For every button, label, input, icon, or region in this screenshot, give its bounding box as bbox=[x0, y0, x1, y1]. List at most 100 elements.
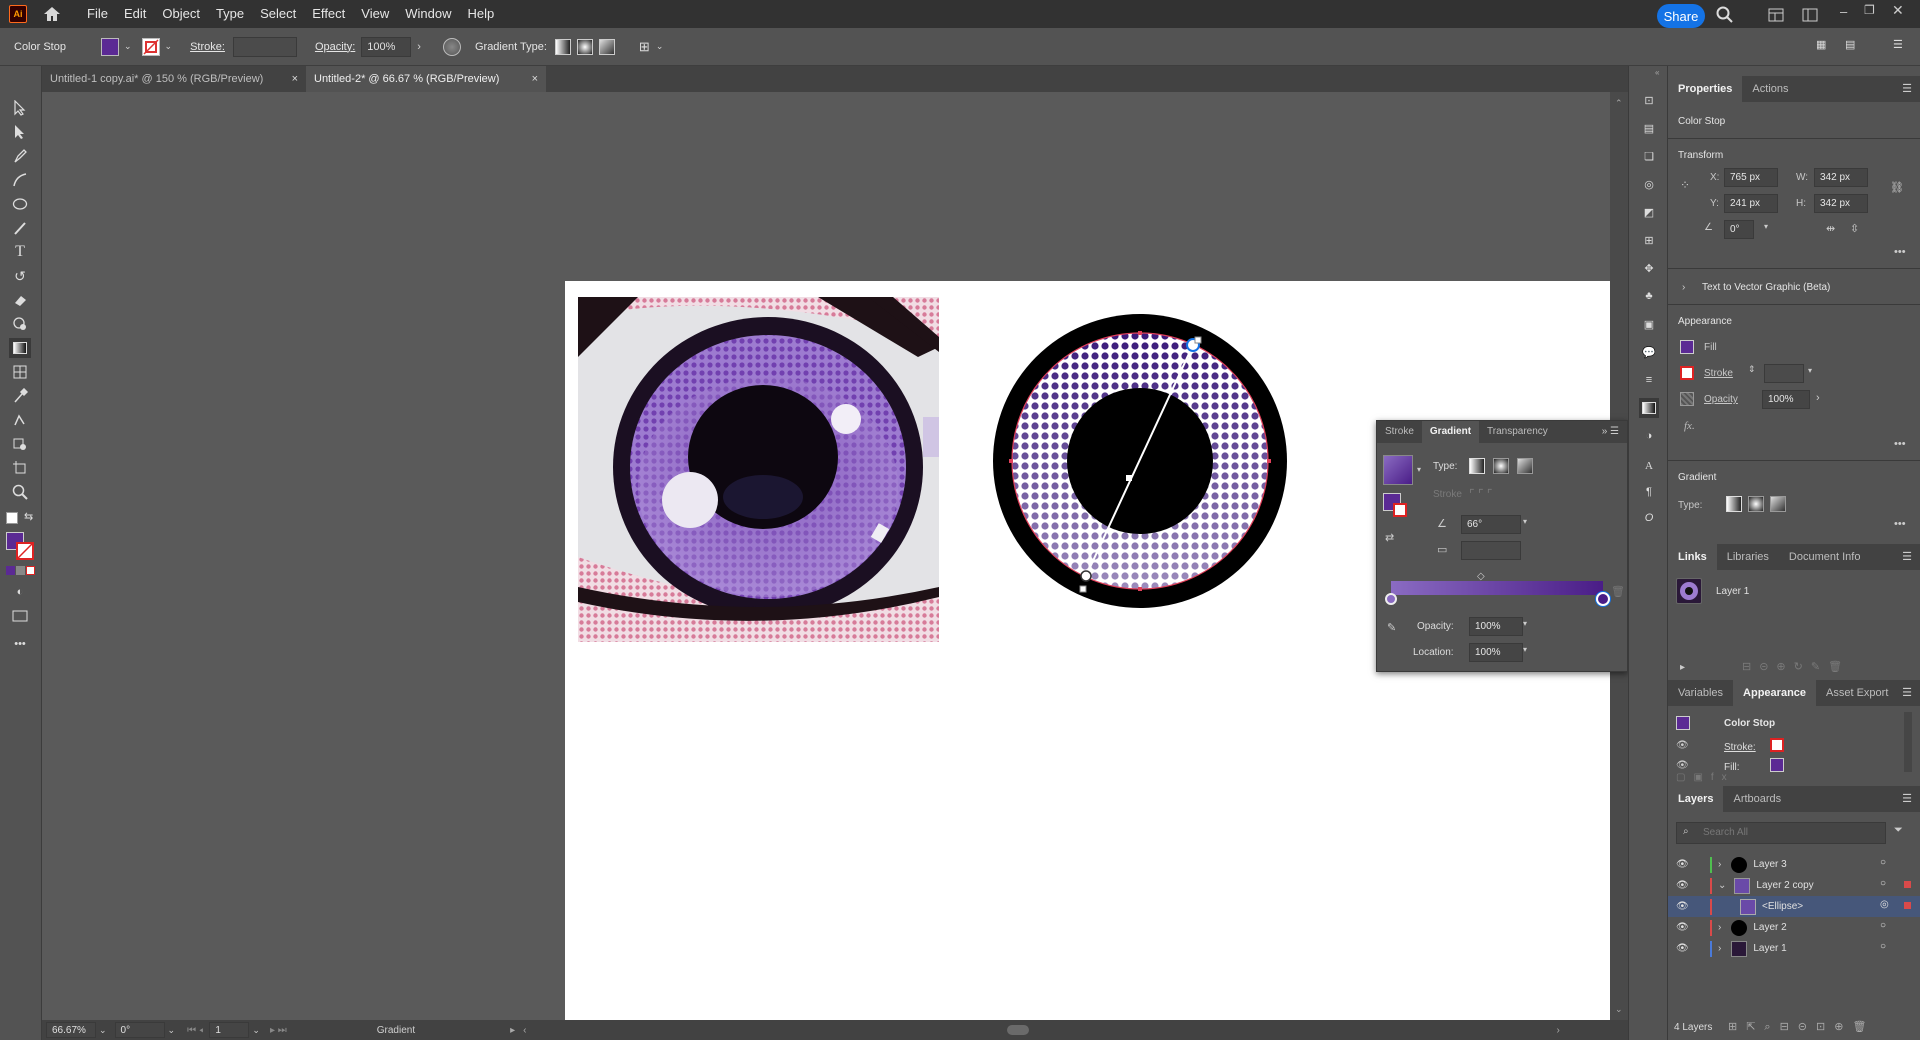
layer-row[interactable]: 👁 › Layer 2 ○ bbox=[1668, 917, 1920, 938]
color-guide-icon[interactable]: ◎ bbox=[1639, 174, 1659, 194]
gradient-preview-swatch[interactable] bbox=[1383, 455, 1413, 485]
tab-untitled-2[interactable]: Untitled-2* @ 66.67 % (RGB/Preview) × bbox=[306, 66, 546, 92]
screen-mode-icon[interactable] bbox=[9, 606, 31, 626]
layer-row[interactable]: 👁 › Layer 1 ○ bbox=[1668, 938, 1920, 959]
more-options-icon[interactable]: ••• bbox=[1894, 518, 1906, 530]
gradient-stop-start[interactable] bbox=[1385, 593, 1397, 605]
tab-asset-export[interactable]: Asset Export bbox=[1816, 680, 1898, 706]
menu-effect[interactable]: Effect bbox=[304, 0, 353, 28]
eraser-tool-icon[interactable] bbox=[9, 290, 31, 310]
tab-links[interactable]: Links bbox=[1668, 544, 1717, 570]
chevron-down-icon[interactable]: ⌄ bbox=[165, 41, 173, 52]
constrain-proportions-icon[interactable]: ⛓ bbox=[1890, 181, 1904, 194]
x-field[interactable]: 765 px bbox=[1724, 168, 1778, 187]
symbol-sprayer-tool-icon[interactable] bbox=[9, 434, 31, 454]
panel-menu-icon[interactable]: » ☰ bbox=[1594, 421, 1627, 443]
target-icon[interactable]: ○ bbox=[1880, 878, 1886, 889]
chevron-down-icon[interactable]: ▾ bbox=[1764, 222, 1768, 231]
tab-appearance[interactable]: Appearance bbox=[1733, 680, 1817, 706]
scroll-down-icon[interactable]: ⌄ bbox=[1615, 1004, 1623, 1015]
gradient-panel-icon[interactable] bbox=[1639, 398, 1659, 418]
collapse-icon[interactable]: « bbox=[1655, 68, 1659, 77]
chevron-down-icon[interactable]: ⌄ bbox=[1718, 880, 1726, 891]
puppet-warp-tool-icon[interactable] bbox=[9, 410, 31, 430]
pathfinder-icon[interactable]: ❏ bbox=[1639, 146, 1659, 166]
draw-mode-icon[interactable]: ◐ bbox=[9, 582, 31, 602]
artboard-tool-icon[interactable] bbox=[9, 458, 31, 478]
selection-tool-icon[interactable] bbox=[9, 98, 31, 118]
align-panel-icon[interactable]: ▤ bbox=[1845, 38, 1855, 51]
layer-name[interactable]: Layer 2 copy bbox=[1756, 880, 1813, 891]
gradient-tool-icon[interactable] bbox=[9, 338, 31, 358]
rotation-field[interactable]: 0° bbox=[114, 1022, 165, 1038]
stroke-weight-field[interactable] bbox=[1764, 364, 1804, 383]
tab-layers[interactable]: Layers bbox=[1668, 786, 1724, 812]
appearance-fill-swatch[interactable] bbox=[1770, 758, 1784, 772]
horizontal-scroll-thumb[interactable] bbox=[1006, 1025, 1029, 1035]
layer-name[interactable]: Layer 3 bbox=[1753, 859, 1786, 870]
stroke-swatch[interactable] bbox=[141, 37, 160, 56]
linear-gradient-button[interactable] bbox=[1726, 496, 1742, 512]
workspace-icon[interactable] bbox=[1802, 8, 1818, 25]
paintbrush-tool-icon[interactable] bbox=[9, 218, 31, 238]
zoom-tool-icon[interactable] bbox=[9, 482, 31, 502]
shape-builder-tool-icon[interactable] bbox=[9, 314, 31, 334]
menu-object[interactable]: Object bbox=[154, 0, 208, 28]
height-field[interactable]: 342 px bbox=[1814, 194, 1868, 213]
opentype-icon[interactable]: O bbox=[1639, 508, 1659, 528]
freeform-gradient-button[interactable] bbox=[1770, 496, 1786, 512]
opacity-field[interactable]: 100% bbox=[1762, 390, 1810, 409]
radial-gradient-button[interactable] bbox=[1748, 496, 1764, 512]
stroke-indicator[interactable] bbox=[1393, 503, 1407, 517]
transform-icon[interactable]: ▦ bbox=[1816, 38, 1826, 51]
eye-icon[interactable]: 👁 bbox=[1676, 922, 1690, 933]
more-tools-icon[interactable]: ••• bbox=[9, 634, 31, 654]
chevron-right-icon[interactable]: › bbox=[417, 41, 421, 53]
tab-properties[interactable]: Properties bbox=[1668, 76, 1743, 102]
freeform-gradient-button[interactable] bbox=[1517, 458, 1533, 474]
menu-view[interactable]: View bbox=[353, 0, 397, 28]
delete-stop-icon[interactable]: 🗑 bbox=[1611, 585, 1625, 598]
tab-transparency[interactable]: Transparency bbox=[1479, 421, 1556, 443]
fill-swatch[interactable] bbox=[100, 37, 119, 56]
type-tool-icon[interactable]: T bbox=[9, 242, 31, 262]
target-icon[interactable]: ◎ bbox=[1880, 899, 1889, 910]
menu-help[interactable]: Help bbox=[459, 0, 502, 28]
more-options-icon[interactable]: ••• bbox=[1894, 438, 1906, 450]
arrange-documents-icon[interactable] bbox=[1768, 8, 1784, 25]
fill-swatch[interactable] bbox=[1680, 340, 1694, 354]
menu-file[interactable]: File bbox=[79, 0, 116, 28]
transparency-icon[interactable]: ◑ bbox=[1639, 426, 1659, 446]
eye-icon[interactable]: 👁 bbox=[1676, 760, 1689, 771]
close-window-icon[interactable]: ✕ bbox=[1892, 2, 1904, 19]
stroke-swatch[interactable] bbox=[1680, 366, 1694, 380]
restore-icon[interactable]: ❐ bbox=[1864, 3, 1875, 17]
home-icon[interactable] bbox=[39, 2, 65, 26]
chevron-right-icon[interactable]: › bbox=[1718, 943, 1721, 954]
eyedropper-icon[interactable]: ✎ bbox=[1387, 621, 1396, 634]
artboard-number-field[interactable]: 1 bbox=[209, 1022, 250, 1038]
close-icon[interactable]: × bbox=[292, 66, 298, 92]
ellipse-tool-icon[interactable] bbox=[9, 194, 31, 214]
width-field[interactable]: 342 px bbox=[1814, 168, 1868, 187]
direct-selection-tool-icon[interactable] bbox=[9, 122, 31, 142]
aspect-ratio-field[interactable] bbox=[1461, 541, 1521, 560]
menu-type[interactable]: Type bbox=[208, 0, 252, 28]
menu-window[interactable]: Window bbox=[397, 0, 459, 28]
chevron-down-icon[interactable]: ▾ bbox=[1808, 366, 1812, 375]
close-icon[interactable]: × bbox=[532, 66, 538, 92]
fx-button[interactable]: fx. bbox=[1684, 420, 1695, 432]
search-icon[interactable] bbox=[1716, 6, 1734, 27]
comments-icon[interactable]: 💬 bbox=[1639, 342, 1659, 362]
layer-name[interactable]: Layer 1 bbox=[1753, 943, 1786, 954]
rotate-tool-icon[interactable]: ↺ bbox=[9, 266, 31, 286]
stroke-color-swatch[interactable] bbox=[16, 542, 34, 560]
tab-stroke[interactable]: Stroke bbox=[1377, 421, 1422, 443]
linear-gradient-button[interactable] bbox=[554, 38, 571, 55]
appearance-scrollbar[interactable] bbox=[1904, 712, 1912, 772]
layer-row[interactable]: 👁 ⌄ Layer 2 copy ○ bbox=[1668, 875, 1920, 896]
none-mode-icon[interactable] bbox=[26, 566, 35, 575]
gradient-slider[interactable] bbox=[1391, 581, 1603, 595]
first-artboard-icon[interactable]: ⏮ ◂ bbox=[187, 1025, 203, 1036]
opacity-field[interactable]: 100% bbox=[361, 36, 412, 57]
